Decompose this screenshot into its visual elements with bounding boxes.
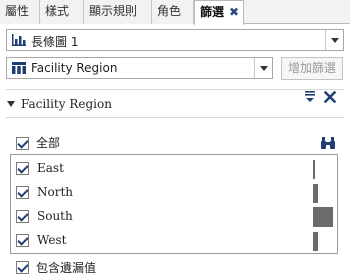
tab-roles-label: 角色 — [157, 4, 182, 18]
chevron-down-icon[interactable] — [325, 30, 343, 50]
value-label: South — [37, 209, 73, 223]
filter-title: Facility Region — [21, 97, 112, 111]
remove-filter-icon[interactable] — [322, 89, 338, 105]
filter-section-header[interactable]: Facility Region — [7, 97, 112, 111]
select-all-checkbox[interactable] — [16, 137, 29, 150]
filter-value-list[interactable]: East North South West — [10, 154, 338, 254]
object-select[interactable]: 長條圖 1 — [6, 29, 344, 51]
tab-styles-label: 樣式 — [45, 4, 70, 18]
value-label: West — [37, 233, 67, 247]
frequency-bar — [313, 207, 333, 227]
tab-display-rules-label: 顯示規則 — [89, 4, 138, 18]
tab-roles[interactable]: 角色 — [152, 0, 194, 24]
include-missing-checkbox[interactable] — [16, 261, 29, 274]
list-item[interactable]: East — [11, 157, 337, 181]
tab-filters-label: 篩選 — [200, 5, 225, 19]
bar-chart-icon — [12, 34, 26, 46]
value-checkbox[interactable] — [16, 210, 29, 223]
frequency-bar — [313, 184, 318, 203]
add-filter-button[interactable]: 增加篩選 — [281, 57, 343, 80]
divider — [6, 89, 344, 90]
chevron-down-icon[interactable] — [254, 58, 272, 78]
binoculars-icon[interactable] — [320, 135, 336, 151]
value-label: North — [37, 185, 74, 199]
filter-options-icon[interactable] — [302, 89, 318, 105]
value-checkbox[interactable] — [16, 234, 29, 247]
tab-filters[interactable]: 篩選 ✖ — [194, 0, 244, 25]
data-item-select-value: Facility Region — [31, 61, 118, 75]
data-item-select[interactable]: Facility Region — [6, 57, 273, 79]
frequency-bar — [313, 160, 315, 179]
list-item[interactable]: West — [11, 229, 337, 253]
value-checkbox[interactable] — [16, 186, 29, 199]
list-item[interactable]: North — [11, 181, 337, 205]
tab-strip: 屬性 樣式 顯示規則 角色 篩選 ✖ — [0, 0, 350, 25]
close-icon[interactable]: ✖ — [229, 1, 239, 23]
frequency-bar — [313, 232, 318, 251]
tab-properties[interactable]: 屬性 — [0, 0, 40, 24]
value-label: East — [37, 161, 64, 175]
list-item[interactable]: South — [11, 205, 337, 229]
object-select-value: 長條圖 1 — [31, 35, 79, 49]
divider — [6, 117, 344, 118]
value-checkbox[interactable] — [16, 162, 29, 175]
select-all-label: 全部 — [36, 136, 61, 150]
category-icon — [12, 62, 26, 74]
collapse-triangle-icon — [7, 101, 15, 107]
tab-properties-label: 屬性 — [5, 4, 30, 18]
tab-display-rules[interactable]: 顯示規則 — [84, 0, 152, 24]
tab-styles[interactable]: 樣式 — [40, 0, 84, 24]
include-missing-label: 包含遺漏值 — [36, 261, 97, 275]
